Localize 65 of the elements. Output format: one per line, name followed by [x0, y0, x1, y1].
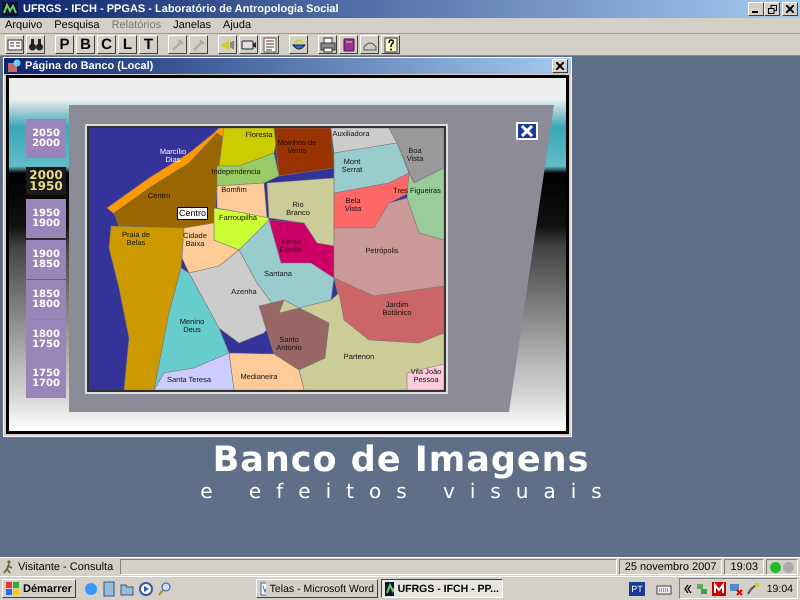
printer-icon [320, 36, 336, 52]
status-date: 25 novembro 2007 [618, 559, 722, 575]
database-icon [7, 59, 21, 73]
window-title: UFRGS - IFCH - PPGAS - Laboratório de Antropologia Social [23, 3, 340, 15]
close-button[interactable] [552, 59, 568, 73]
toolbar-button[interactable] [360, 35, 379, 54]
book-icon [340, 36, 356, 52]
close-icon [786, 5, 794, 13]
search-icon[interactable] [156, 580, 173, 596]
toolbar-button[interactable] [381, 35, 400, 54]
help-icon [382, 36, 398, 52]
wrench-icon [170, 36, 186, 52]
status-time: 19:03 [724, 559, 764, 575]
letter-button[interactable]: C [97, 35, 116, 54]
toolbar-button[interactable] [339, 35, 358, 54]
user-status: Visitante - Consulta [18, 561, 114, 573]
taskbar-button[interactable]: UFRGS - IFCH - PP... [380, 579, 503, 598]
chevron-icon[interactable] [684, 584, 692, 594]
plug-icon[interactable] [746, 582, 760, 596]
toolbar-button[interactable] [218, 35, 237, 54]
letter-button[interactable]: B [76, 35, 95, 54]
logo-title: Banco de Imagens [212, 440, 590, 480]
tooltip: Centro [177, 207, 208, 220]
language-indicator[interactable]: PT [629, 582, 645, 596]
logo-subtitle: e efeitos visuais [200, 480, 617, 502]
clock: 19:04 [766, 582, 793, 594]
monitor-error-icon[interactable] [728, 582, 743, 596]
close-button[interactable] [516, 122, 538, 140]
id-card-icon [6, 36, 22, 52]
keyboard-icon[interactable] [656, 582, 672, 594]
text-lines-icon [262, 36, 278, 52]
wrench-icon [190, 36, 206, 52]
word-document-icon [260, 582, 266, 596]
speaker-icon [220, 36, 236, 52]
menu-item[interactable]: Ajuda [223, 19, 252, 32]
close-button[interactable] [782, 2, 798, 16]
menu-item[interactable]: Janelas [173, 19, 212, 32]
toolbar-button[interactable] [318, 35, 337, 54]
windows-flag-icon [6, 582, 20, 595]
toolbar-button[interactable] [26, 35, 45, 54]
menu-item[interactable]: Arquivo [5, 19, 42, 32]
media-player-icon[interactable] [138, 580, 154, 596]
close-icon [556, 62, 564, 70]
app-icon [2, 2, 18, 16]
letter-button[interactable]: T [139, 35, 158, 54]
toolbar-button[interactable] [239, 35, 258, 54]
menu-item[interactable]: Pesquisa [54, 19, 100, 32]
minimize-button[interactable] [748, 2, 764, 16]
letter-button[interactable]: L [118, 35, 137, 54]
close-icon [521, 125, 533, 137]
bowl-icon [290, 36, 306, 52]
app-icon [384, 582, 394, 596]
toolbar-button[interactable] [5, 35, 24, 54]
letter-button[interactable]: P [55, 35, 74, 54]
start-button[interactable]: Démarrer [2, 579, 76, 598]
walking-person-icon [2, 560, 14, 574]
toolbar-button[interactable] [289, 35, 308, 54]
taskbar-button[interactable]: Telas - Microsoft Word [256, 579, 378, 598]
child-window-title: Página do Banco (Local) [25, 60, 154, 72]
restore-button[interactable] [764, 2, 780, 16]
toolbar-button[interactable] [260, 35, 279, 54]
restore-icon [768, 4, 776, 14]
binoculars-icon [28, 36, 44, 52]
m-logo-icon[interactable] [712, 582, 726, 596]
period-button[interactable]: 2000 1950 [26, 167, 66, 195]
